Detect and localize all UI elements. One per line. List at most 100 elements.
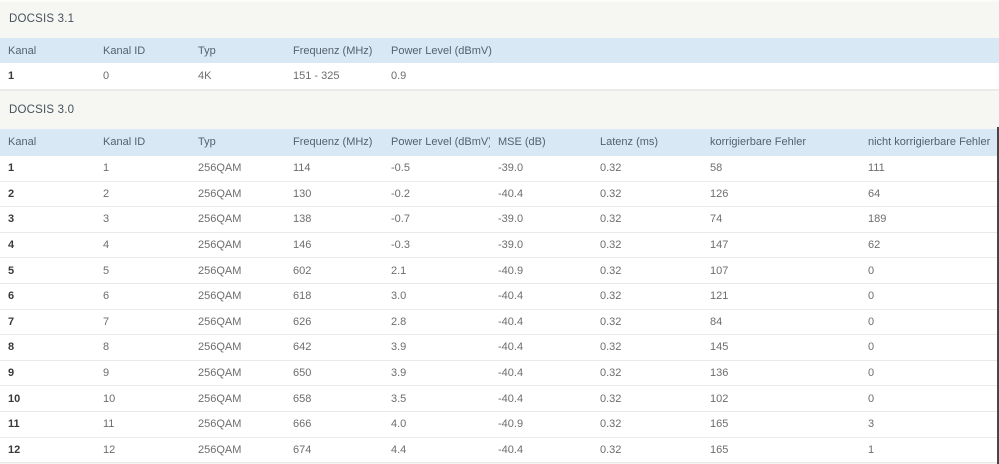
table-cell: 6 [0, 283, 95, 310]
column-header: Frequenz (MHz) [285, 128, 383, 156]
column-header: Kanal [0, 128, 95, 156]
table-cell: 3 [95, 206, 190, 233]
docsis31-section: DOCSIS 3.1 Kanal Kanal ID Typ Frequenz (MHz… [0, 2, 999, 90]
table-cell: 7 [0, 309, 95, 336]
table-cell: 84 [702, 309, 860, 336]
table-cell: 602 [285, 257, 383, 284]
table-cell: 256QAM [190, 334, 285, 361]
table-cell: 10 [95, 385, 190, 412]
table-cell: -40.4 [490, 360, 592, 387]
table-cell: 7 [95, 309, 190, 336]
table-row: 9 9 256QAM 650 3.9 -40.4 0.32 136 0 [0, 360, 999, 387]
table-cell: 2.1 [383, 257, 490, 284]
table-cell: 151 - 325 [285, 63, 383, 90]
column-header: MSE (dB) [490, 128, 592, 156]
table-cell: -40.4 [490, 437, 592, 464]
table-cell: 1 [0, 63, 95, 90]
table-row: 1 0 4K 151 - 325 0.9 [0, 63, 999, 90]
column-header: Kanal [0, 38, 95, 63]
table-cell: 0 [860, 283, 999, 310]
table-cell: 12 [0, 437, 95, 464]
table-cell: 0.32 [592, 437, 702, 464]
table-cell: -40.4 [490, 309, 592, 336]
column-header: Latenz (ms) [592, 128, 702, 156]
column-header: korrigierbare Fehler [702, 128, 860, 156]
table-cell: 0 [860, 334, 999, 361]
docsis-status-page: DOCSIS 3.1 Kanal Kanal ID Typ Frequenz (MHz… [0, 0, 999, 464]
table-row: 8 8 256QAM 642 3.9 -40.4 0.32 145 0 [0, 334, 999, 361]
table-cell: 0.32 [592, 181, 702, 208]
table-cell: -40.4 [490, 181, 592, 208]
table-cell: 1 [95, 155, 190, 182]
table-cell: 2.8 [383, 309, 490, 336]
table-cell: -40.4 [490, 334, 592, 361]
table-cell: 256QAM [190, 283, 285, 310]
table-cell: 256QAM [190, 309, 285, 336]
table-cell: 256QAM [190, 181, 285, 208]
table-cell: 2 [95, 181, 190, 208]
table-cell: 0 [860, 360, 999, 387]
table-row: 4 4 256QAM 146 -0.3 -39.0 0.32 147 62 [0, 232, 999, 259]
table-cell: 136 [702, 360, 860, 387]
table-cell: 256QAM [190, 206, 285, 233]
table-cell: 2 [0, 181, 95, 208]
table-cell: 0 [860, 385, 999, 412]
table-cell: 256QAM [190, 411, 285, 438]
table-cell: 4 [95, 232, 190, 259]
table-header-row: Kanal Kanal ID Typ Frequenz (MHz) Power Leve… [0, 38, 999, 63]
docsis30-channel-table: Kanal Kanal ID Typ Frequenz (MHz) Power Leve… [0, 128, 999, 464]
table-row: 7 7 256QAM 626 2.8 -40.4 0.32 84 0 [0, 309, 999, 336]
table-cell: -0.2 [383, 181, 490, 208]
table-cell: 626 [285, 309, 383, 336]
table-cell: 3 [860, 411, 999, 438]
table-cell: 3.9 [383, 360, 490, 387]
table-cell: 0.32 [592, 232, 702, 259]
column-header: Typ [190, 128, 285, 156]
table-cell: -40.4 [490, 283, 592, 310]
table-cell: 147 [702, 232, 860, 259]
table-cell: 256QAM [190, 437, 285, 464]
column-header: nicht korrigierbare Fehler [860, 128, 999, 156]
table-cell: 0.32 [592, 155, 702, 182]
table-cell: 5 [95, 257, 190, 284]
table-cell: -40.4 [490, 385, 592, 412]
column-header: Power Level (dBmV) [383, 38, 999, 63]
table-cell: 1 [860, 437, 999, 464]
table-cell: 165 [702, 437, 860, 464]
table-cell: -39.0 [490, 155, 592, 182]
table-cell: -40.9 [490, 257, 592, 284]
table-row: 2 2 256QAM 130 -0.2 -40.4 0.32 126 64 [0, 181, 999, 208]
table-cell: 256QAM [190, 385, 285, 412]
column-header: Typ [190, 38, 285, 63]
table-cell: 165 [702, 411, 860, 438]
table-cell: 256QAM [190, 232, 285, 259]
table-cell: -0.7 [383, 206, 490, 233]
table-cell: -0.5 [383, 155, 490, 182]
table-cell: 107 [702, 257, 860, 284]
table-cell: 10 [0, 385, 95, 412]
table-row: 1 1 256QAM 114 -0.5 -39.0 0.32 58 111 [0, 155, 999, 182]
table-cell: 146 [285, 232, 383, 259]
table-cell: 0 [860, 257, 999, 284]
table-cell: 126 [702, 181, 860, 208]
table-cell: 12 [95, 437, 190, 464]
table-cell: 130 [285, 181, 383, 208]
table-cell: 0 [95, 63, 190, 90]
table-cell: 8 [95, 334, 190, 361]
table-cell: 4 [0, 232, 95, 259]
table-row: 10 10 256QAM 658 3.5 -40.4 0.32 102 0 [0, 385, 999, 412]
column-header: Kanal ID [95, 128, 190, 156]
table-cell: 0.32 [592, 206, 702, 233]
table-cell: 145 [702, 334, 860, 361]
table-cell: 0 [860, 309, 999, 336]
column-header: Power Level (dBmV) [383, 128, 490, 156]
table-cell: 5 [0, 257, 95, 284]
table-cell: 0.32 [592, 334, 702, 361]
table-cell: 650 [285, 360, 383, 387]
table-cell: 189 [860, 206, 999, 233]
table-row: 6 6 256QAM 618 3.0 -40.4 0.32 121 0 [0, 283, 999, 310]
docsis31-channel-table: Kanal Kanal ID Typ Frequenz (MHz) Power Leve… [0, 38, 999, 90]
table-cell: 256QAM [190, 155, 285, 182]
table-cell: 0.32 [592, 309, 702, 336]
table-cell: 256QAM [190, 257, 285, 284]
